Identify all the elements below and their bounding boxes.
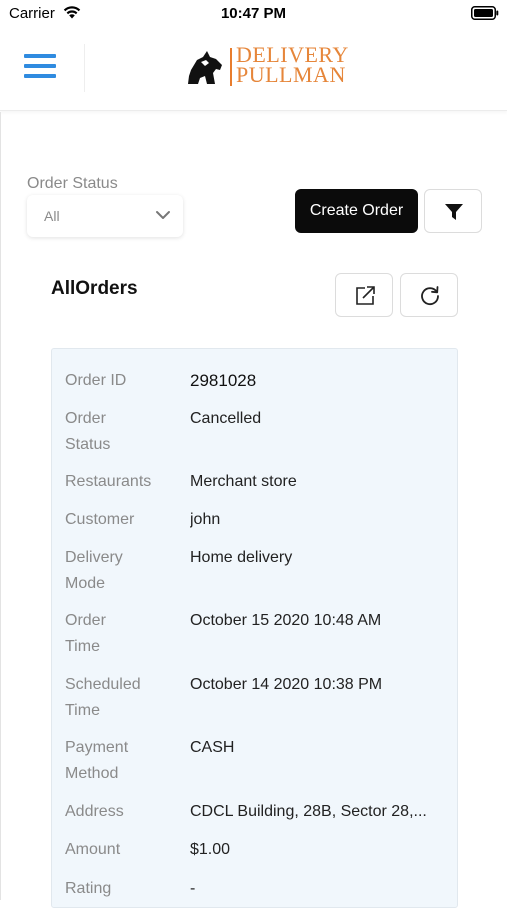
label-line: Payment	[65, 739, 129, 756]
hamburger-menu-icon[interactable]	[24, 54, 56, 82]
app-header: DELIVERY PULLMAN	[0, 28, 507, 111]
create-order-button[interactable]: Create Order	[295, 189, 418, 233]
battery-icon	[471, 6, 499, 20]
logo-horse-mark	[188, 51, 222, 84]
status-bar: Carrier 10:47 PM	[0, 0, 507, 28]
refresh-icon	[421, 286, 439, 306]
menu-line	[24, 74, 56, 78]
scheduled-time-label: Scheduled Time	[65, 672, 175, 724]
logo-line-2: PULLMAN	[236, 62, 346, 87]
order-status-select[interactable]: All	[27, 195, 183, 237]
payment-method-value: CASH	[190, 739, 235, 756]
address-label: Address	[65, 799, 175, 825]
content-left-border	[0, 112, 1, 900]
chevron-down-icon	[156, 211, 170, 219]
order-status-value: All	[44, 208, 60, 224]
label-line: Order	[65, 410, 106, 427]
label-line: Amount	[65, 841, 121, 858]
order-time-value: October 15 2020 10:48 AM	[190, 612, 382, 629]
rating-value: -	[190, 880, 196, 897]
label-line: Order ID	[65, 372, 127, 389]
amount-label: Amount	[65, 837, 175, 863]
menu-line	[24, 54, 56, 58]
order-status-field-value: Cancelled	[190, 410, 262, 427]
order-id-value: 2981028	[190, 371, 257, 390]
address-value: CDCL Building, 28B, Sector 28,...	[190, 803, 427, 820]
clock-time: 10:47 PM	[220, 5, 287, 22]
label-line: Rating	[65, 880, 112, 897]
scheduled-time-value: October 14 2020 10:38 PM	[190, 676, 383, 693]
payment-method-label: Payment Method	[65, 735, 175, 787]
label-line: Delivery	[65, 549, 123, 566]
order-status-label: Order Status	[27, 175, 118, 192]
order-card[interactable]: Order ID 2981028 Order Status Cancelled …	[51, 348, 458, 908]
label-line: Order	[65, 612, 106, 629]
restaurants-value: Merchant store	[190, 473, 297, 490]
customer-value: john	[190, 511, 221, 528]
filter-funnel-icon	[445, 204, 463, 220]
label-line: Time	[65, 702, 100, 719]
external-link-icon	[356, 286, 375, 305]
customer-label: Customer	[65, 507, 175, 533]
restaurants-label: Restaurants	[65, 469, 175, 495]
export-button[interactable]	[335, 273, 393, 317]
delivery-pullman-logo: DELIVERY PULLMAN	[185, 44, 365, 90]
label-line: Restaurants	[65, 473, 152, 490]
refresh-button[interactable]	[400, 273, 458, 317]
order-status-field-label: Order Status	[65, 406, 175, 458]
label-line: Time	[65, 638, 100, 655]
header-divider	[84, 44, 85, 92]
label-line: Mode	[65, 575, 106, 592]
label-line: Customer	[65, 511, 135, 528]
amount-value: $1.00	[190, 841, 231, 858]
logo-divider	[230, 48, 232, 86]
label-line: Method	[65, 765, 119, 782]
rating-label: Rating	[65, 876, 175, 902]
order-id-label: Order ID	[65, 368, 175, 394]
delivery-mode-label: Delivery Mode	[65, 545, 175, 597]
delivery-mode-value: Home delivery	[190, 549, 293, 566]
order-time-label: Order Time	[65, 608, 175, 660]
menu-line	[24, 64, 56, 68]
all-orders-title: AllOrders	[51, 278, 138, 299]
label-line: Scheduled	[65, 676, 141, 693]
logo-wordmark: DELIVERY PULLMAN	[236, 44, 349, 87]
filter-button[interactable]	[424, 189, 482, 233]
label-line: Address	[65, 803, 124, 820]
label-line: Status	[65, 436, 111, 453]
